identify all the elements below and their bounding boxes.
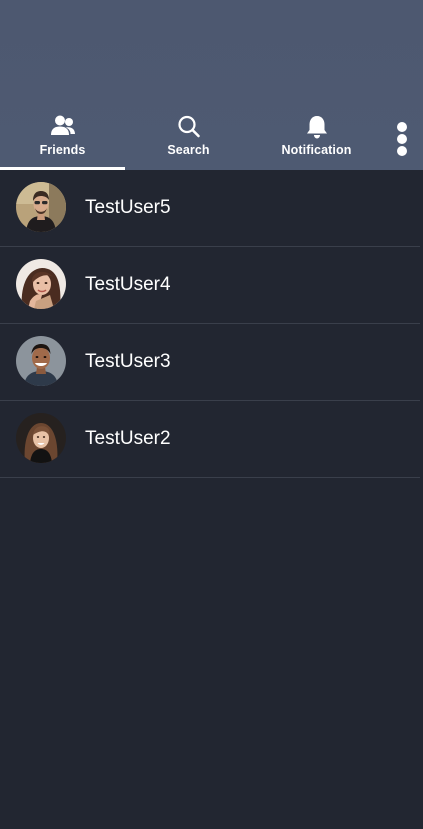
tab-friends[interactable]: Friends bbox=[0, 108, 125, 170]
app-root: Friends Search Notification TestUser5 Te… bbox=[0, 0, 423, 829]
search-icon bbox=[177, 115, 200, 138]
friend-row-testuser3[interactable]: TestUser3 bbox=[0, 324, 420, 401]
more-dot bbox=[397, 146, 407, 156]
friend-row-testuser4[interactable]: TestUser4 bbox=[0, 247, 420, 324]
friend-name: TestUser5 bbox=[85, 197, 171, 218]
tab-notification[interactable]: Notification bbox=[254, 108, 379, 170]
tab-search-label: Search bbox=[167, 143, 210, 157]
tab-notification-label: Notification bbox=[281, 143, 352, 157]
friends-icon bbox=[50, 115, 75, 135]
friend-name: TestUser3 bbox=[85, 351, 171, 372]
friends-list: TestUser5 TestUser4 TestUser3 TestUser2 bbox=[0, 170, 420, 478]
friend-name: TestUser4 bbox=[85, 274, 171, 295]
more-dot bbox=[397, 122, 407, 132]
friend-row-testuser5[interactable]: TestUser5 bbox=[0, 170, 420, 247]
avatar[interactable] bbox=[16, 259, 66, 309]
more-menu-button[interactable] bbox=[390, 120, 414, 158]
tab-friends-label: Friends bbox=[39, 143, 86, 157]
bell-icon bbox=[306, 116, 327, 139]
tab-bar: Friends Search Notification bbox=[0, 108, 423, 170]
avatar[interactable] bbox=[16, 182, 66, 232]
friend-name: TestUser2 bbox=[85, 428, 171, 449]
avatar[interactable] bbox=[16, 336, 66, 386]
avatar[interactable] bbox=[16, 413, 66, 463]
tab-search[interactable]: Search bbox=[126, 108, 251, 170]
more-dot bbox=[397, 134, 407, 144]
friend-row-testuser2[interactable]: TestUser2 bbox=[0, 401, 420, 478]
header: Friends Search Notification bbox=[0, 0, 423, 170]
